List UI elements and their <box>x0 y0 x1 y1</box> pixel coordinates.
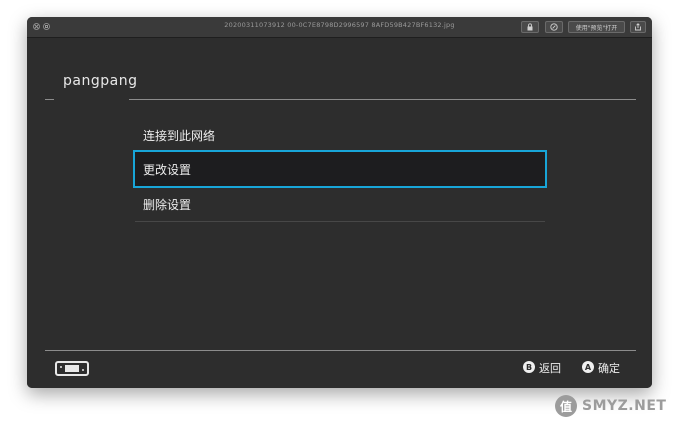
switch-console-icon <box>55 361 89 376</box>
b-button-icon[interactable]: B <box>523 361 535 373</box>
a-button-icon[interactable]: A <box>582 361 594 373</box>
network-name: pangpang <box>63 73 138 89</box>
markup-button[interactable] <box>545 21 563 33</box>
close-icon[interactable] <box>33 23 40 30</box>
confirm-button[interactable]: 确定 <box>598 360 620 376</box>
back-button[interactable]: 返回 <box>539 360 561 376</box>
menu-item-connect[interactable]: 连接到此网络 <box>135 118 545 152</box>
markup-icon <box>550 23 558 31</box>
fullscreen-icon[interactable] <box>43 23 50 30</box>
watermark-text: SMYZ.NET <box>582 398 667 414</box>
menu-item-delete-settings[interactable]: 删除设置 <box>135 187 545 221</box>
header-divider <box>129 99 636 100</box>
lock-button[interactable] <box>521 21 539 33</box>
network-settings-screen: pangpang 连接到此网络 更改设置 删除设置 B 返回 A 确定 <box>27 38 652 388</box>
title-bar: 20200311073912 00-0C7E8798D2996597 8AFD5… <box>27 17 652 38</box>
header-divider-left <box>45 99 54 100</box>
window-title: 20200311073912 00-0C7E8798D2996597 8AFD5… <box>224 21 455 29</box>
share-button[interactable] <box>630 21 646 33</box>
menu-separator <box>135 221 545 222</box>
share-icon <box>635 23 641 31</box>
quicklook-window: 20200311073912 00-0C7E8798D2996597 8AFD5… <box>27 17 652 388</box>
footer-divider <box>45 350 636 351</box>
open-with-preview-button[interactable]: 使用"预览"打开 <box>568 21 625 33</box>
watermark-logo-glyph: 值 <box>559 400 572 414</box>
watermark-logo-icon: 值 <box>555 395 577 417</box>
menu-item-change-settings[interactable]: 更改设置 <box>133 150 547 188</box>
watermark: 值 SMYZ.NET <box>552 393 672 419</box>
lock-icon <box>527 23 533 31</box>
